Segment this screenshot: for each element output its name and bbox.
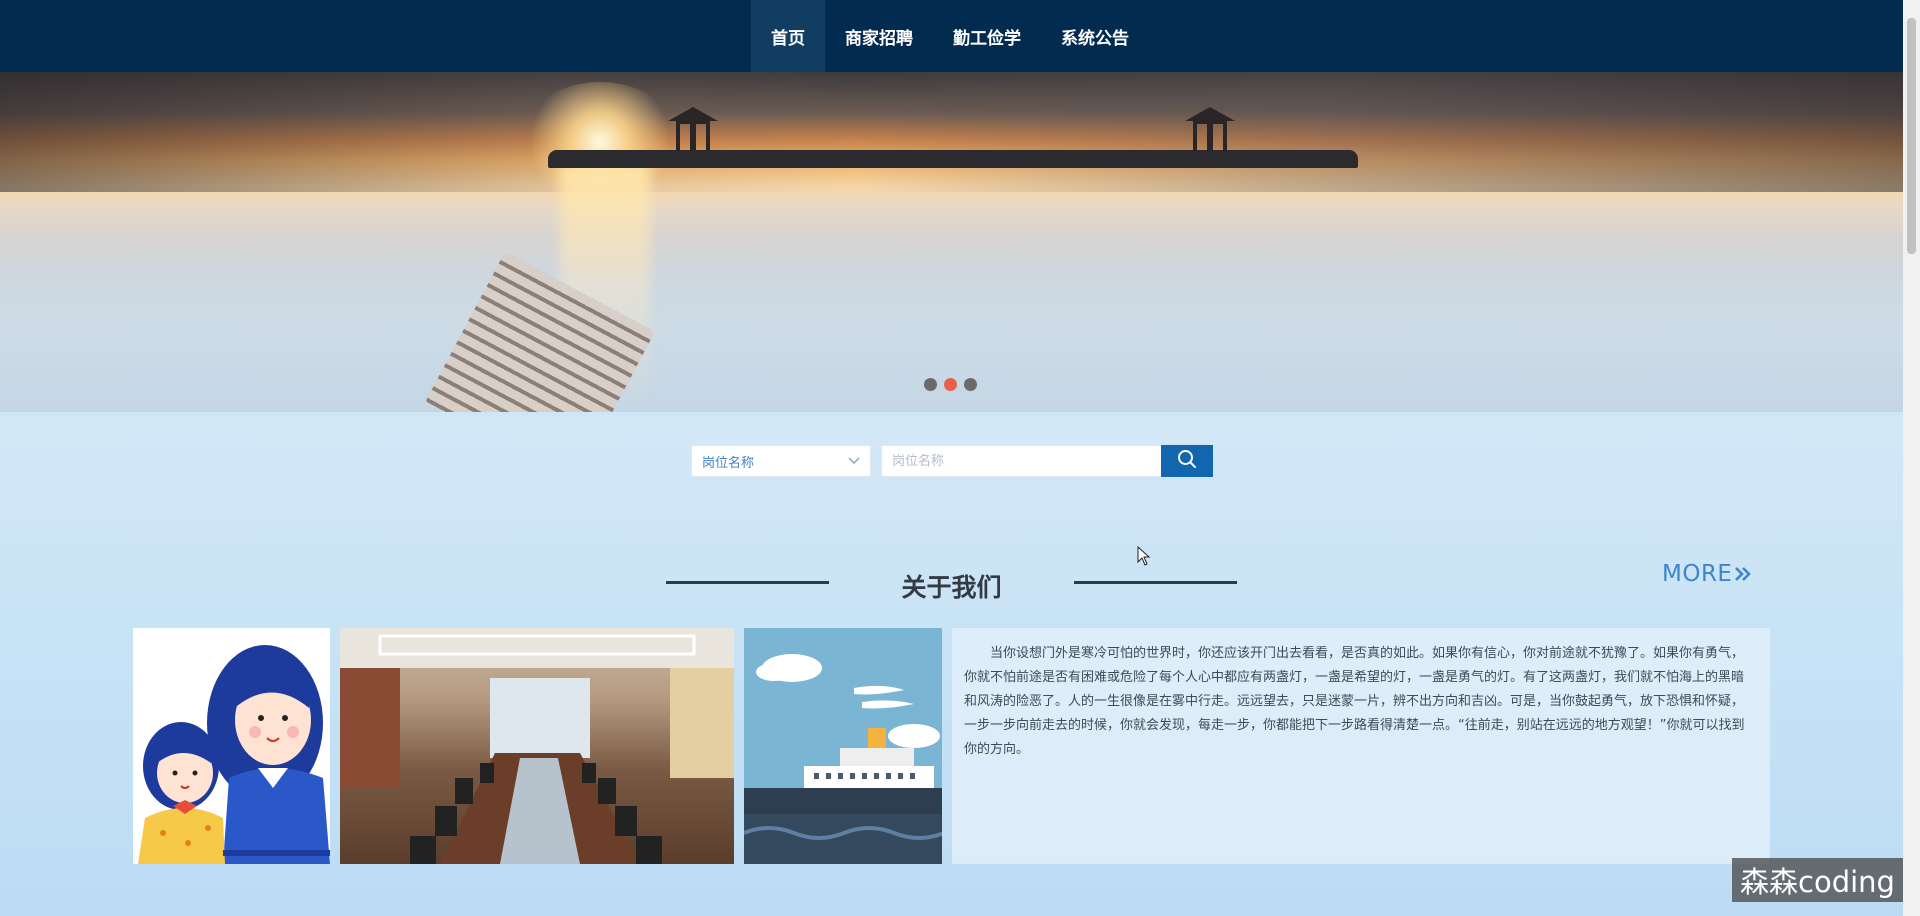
chevron-down-icon — [848, 454, 860, 468]
about-title: 关于我们 — [901, 573, 1002, 602]
page-scrollbar[interactable] — [1903, 0, 1920, 916]
banner-gazebo-left — [668, 107, 718, 157]
banner-carousel[interactable] — [0, 72, 1903, 412]
title-divider-left — [666, 580, 830, 584]
nav-menu: 首页 商家招聘 勤工俭学 系统公告 — [751, 0, 1149, 72]
title-divider-right — [1073, 580, 1237, 584]
banner-clouds — [0, 72, 1903, 192]
search-category-select[interactable]: 岗位名称 — [691, 445, 871, 477]
carousel-dots — [924, 378, 977, 391]
search-icon — [1177, 449, 1197, 473]
carousel-dot-1[interactable] — [924, 378, 937, 391]
scrollbar-thumb[interactable] — [1907, 18, 1916, 254]
watermark-badge: 森森coding — [1732, 858, 1903, 902]
banner-gazebo-right — [1185, 107, 1235, 157]
nav-item-merchant-recruitment[interactable]: 商家招聘 — [825, 0, 933, 72]
search-bar: 岗位名称 — [691, 445, 1213, 477]
top-nav: 首页 商家招聘 勤工俭学 系统公告 — [0, 0, 1903, 72]
carousel-dot-3[interactable] — [964, 378, 977, 391]
search-button[interactable] — [1161, 445, 1213, 477]
about-description: 当你设想门外是寒冷可怕的世界时，你还应该开门出去看看，是否真的如此。如果你有信心… — [952, 628, 1770, 864]
about-section-header: 关于我们 — [0, 560, 1903, 604]
more-label: MORE — [1662, 561, 1733, 587]
cartoon-girls-image — [133, 628, 330, 864]
nav-item-home[interactable]: 首页 — [751, 0, 825, 72]
nav-item-work-study[interactable]: 勤工俭学 — [933, 0, 1041, 72]
carousel-dot-2[interactable] — [944, 378, 957, 391]
search-category-value: 岗位名称 — [702, 455, 755, 471]
mouse-cursor-icon — [1137, 545, 1151, 570]
nav-item-announcements[interactable]: 系统公告 — [1041, 0, 1149, 72]
more-link[interactable]: MORE — [1662, 561, 1752, 587]
double-chevron-right-icon — [1734, 565, 1752, 583]
cruise-ship-illustration-image — [744, 628, 942, 864]
conference-room-image — [340, 628, 734, 864]
search-input[interactable] — [881, 445, 1161, 477]
